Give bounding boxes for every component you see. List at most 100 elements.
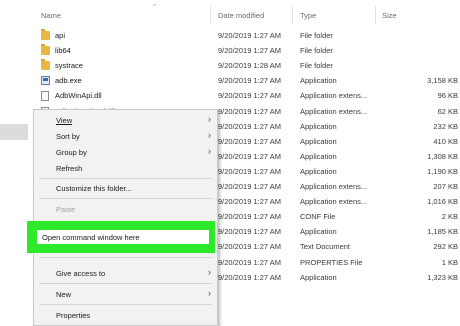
column-header: ^ Name Date modified Type Size [30,0,460,30]
menu-separator [39,198,212,199]
menu-item-label: Give access to [56,269,106,278]
chevron-right-icon: › [208,130,211,140]
file-type: Application extens... [300,182,368,191]
size-column-header[interactable]: Size [382,11,397,20]
type-column-header[interactable]: Type [300,11,316,20]
file-size: 207 KB [433,182,458,191]
menu-item-new[interactable]: New › [34,287,217,301]
menu-item-properties[interactable]: Properties [34,308,217,322]
file-date: 9/20/2019 1:27 AM [218,76,281,86]
file-date: 9/20/2019 1:27 AM [218,257,281,267]
menu-item-group-by[interactable]: Group by › [34,145,217,159]
file-type: Application [300,151,337,161]
menu-item-label: Paste [56,205,76,214]
file-date: 9/20/2019 1:27 AM [218,91,281,101]
exe-icon [41,76,50,86]
date-column-header[interactable]: Date modified [218,11,264,20]
file-size: 2 KB [441,212,458,222]
folder-icon [41,29,50,40]
file-type: Text Document [300,242,351,252]
menu-item-paste[interactable]: Paste [34,202,217,216]
column-divider[interactable] [375,6,376,24]
menu-item-label: Open command window here [42,233,140,242]
file-type: PROPERTIES File [300,257,363,267]
file-size: 1,308 KB [427,151,458,161]
file-name: adb.exe [55,76,82,86]
name-column-header[interactable]: Name [41,11,61,20]
file-size: 1,185 KB [427,227,458,237]
file-date: 9/20/2019 1:27 AM [218,182,281,191]
file-date: 9/20/2019 1:27 AM [218,106,281,116]
file-date: 9/20/2019 1:27 AM [218,212,281,222]
file-size: 96 KB [437,91,458,101]
file-size: 410 KB [433,136,458,146]
context-menu: View › Sort by › Group by › Refresh Cust… [33,109,218,326]
menu-item-give-access[interactable]: Give access to › [34,266,217,280]
file-date: 9/20/2019 1:27 AM [218,242,281,252]
navigation-pane[interactable] [0,0,30,324]
column-divider[interactable] [292,6,293,24]
file-row[interactable]: adb.exe 9/20/2019 1:27 AM Application 3,158… [30,73,460,88]
file-name: lib64 [55,46,71,56]
menu-item-label: Group by [56,148,87,157]
menu-separator [39,283,212,284]
file-date: 9/20/2019 1:27 AM [218,227,281,237]
file-type: File folder [300,31,333,40]
file-type: Application extens... [300,91,368,101]
file-date: 9/20/2019 1:27 AM [218,272,281,282]
menu-item-label: Refresh [56,164,83,173]
menu-item-label: New [56,290,72,299]
file-type: CONF File [300,212,336,222]
file-name: AdbWinApi.dll [55,91,102,101]
file-type: Application [300,76,337,86]
file-date: 9/20/2019 1:27 AM [218,197,281,207]
file-size: 62 KB [437,106,458,116]
nav-selected-item[interactable] [0,124,28,140]
column-divider[interactable] [210,6,211,24]
menu-item-label: Customize this folder... [56,184,132,193]
file-type: Application extens... [300,106,368,116]
menu-item-refresh[interactable]: Refresh [34,161,217,175]
file-date: 9/20/2019 1:27 AM [218,166,281,176]
file-type: File folder [300,46,333,56]
menu-separator [39,304,212,305]
file-size: 1,190 KB [427,166,458,176]
menu-separator [39,178,212,179]
file-type: Application [300,166,337,176]
file-date: 9/20/2019 1:28 AM [218,61,281,71]
file-type: File folder [300,61,333,71]
file-type: Application [300,272,337,282]
chevron-right-icon: › [208,114,211,124]
file-row[interactable]: api 9/20/2019 1:27 AM File folder [30,28,460,43]
menu-item-view[interactable]: View › [34,113,217,127]
menu-item-open-command-window[interactable]: Open command window here [37,230,209,244]
file-size: 1 KB [441,257,458,267]
file-date: 9/20/2019 1:27 AM [218,121,281,131]
menu-item-label: Sort by [56,132,80,141]
folder-icon [41,59,50,71]
file-name: api [55,31,66,40]
file-date: 9/20/2019 1:27 AM [218,31,281,40]
file-name: systrace [55,61,83,71]
menu-item-label: Properties [56,311,91,320]
dll-icon [41,91,49,102]
sort-chevron-icon[interactable]: ^ [153,4,156,10]
file-type: Application extens... [300,197,368,207]
file-row[interactable]: systrace 9/20/2019 1:28 AM File folder [30,58,460,73]
file-date: 9/20/2019 1:27 AM [218,136,281,146]
menu-separator [39,257,212,258]
file-type: Application [300,136,337,146]
file-row[interactable]: lib64 9/20/2019 1:27 AM File folder [30,43,460,58]
file-row[interactable]: AdbWinApi.dll 9/20/2019 1:27 AM Applicatio… [30,88,460,103]
menu-item-sort-by[interactable]: Sort by › [34,129,217,143]
file-date: 9/20/2019 1:27 AM [218,46,281,56]
menu-item-customize[interactable]: Customize this folder... [34,181,217,195]
folder-icon [41,44,50,56]
file-size: 232 KB [433,121,458,131]
chevron-right-icon: › [208,267,211,277]
file-date: 9/20/2019 1:27 AM [218,151,281,161]
file-size: 1,016 KB [427,197,458,207]
file-size: 1,323 KB [427,272,458,282]
file-size: 292 KB [433,242,458,252]
menu-item-label: View [56,116,73,125]
